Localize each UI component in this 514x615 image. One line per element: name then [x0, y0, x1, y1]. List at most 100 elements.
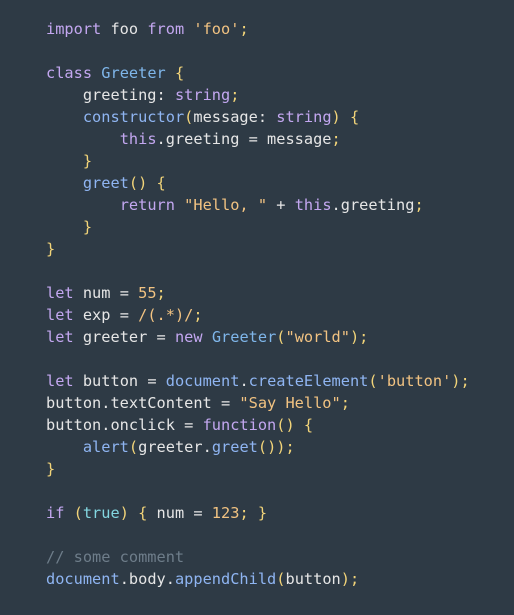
code-token-punctuation: ;: [331, 130, 341, 148]
code-line: let button = document.createElement('but…: [46, 370, 514, 392]
code-token-keyword: import: [46, 20, 102, 38]
code-token-function: constructor: [82, 108, 185, 126]
code-block[interactable]: import foo from 'foo'; class Greeter { gr…: [46, 18, 514, 590]
code-token-plain: button.textContent =: [46, 394, 240, 412]
code-token-keyword: class: [46, 64, 93, 82]
code-token-punctuation: (: [64, 504, 83, 522]
code-token-plain: .greeting: [331, 196, 415, 214]
code-token-punctuation: }: [46, 240, 56, 258]
code-token-function: greet: [82, 174, 129, 192]
code-line: }: [46, 216, 514, 238]
code-token-keyword: function: [202, 416, 277, 434]
code-token-punctuation: ;: [156, 284, 166, 302]
code-line: // some comment: [46, 546, 514, 568]
code-token-comment: // some comment: [46, 548, 185, 566]
code-token-keyword: this: [119, 130, 157, 148]
code-line: this.greeting = message;: [46, 128, 514, 150]
code-token-string: "Say Hello": [239, 394, 341, 412]
code-line: button.textContent = "Say Hello";: [46, 392, 514, 414]
code-token-punctuation: );: [451, 372, 470, 390]
code-token-plain: .greeting = message: [156, 130, 332, 148]
code-token-plain: button.onclick =: [46, 416, 203, 434]
code-token-keyword: return: [119, 196, 175, 214]
code-token-string: /(.*)/: [138, 306, 194, 324]
code-line: import foo from 'foo';: [46, 18, 514, 40]
code-token-plain: num =: [73, 284, 139, 302]
code-token-punctuation: ;: [239, 20, 249, 38]
code-token-keyword: string: [276, 108, 332, 126]
code-token-punctuation: ());: [257, 438, 295, 456]
code-token-punctuation: (: [184, 108, 194, 126]
code-token-punctuation: () {: [128, 174, 166, 192]
code-line: button.onclick = function() {: [46, 414, 514, 436]
code-token-punctuation: {: [165, 64, 185, 82]
code-token-punctuation: ) {: [331, 108, 360, 126]
code-token-plain: greeter.: [138, 438, 212, 456]
code-token-function: createElement: [248, 372, 369, 390]
code-token-function: greet: [211, 438, 258, 456]
code-line: class Greeter {: [46, 62, 514, 84]
code-token-number: 123: [211, 504, 240, 522]
code-token-keyword: let: [46, 328, 74, 346]
code-token-boolean: true: [82, 504, 120, 522]
code-token-plain: foo: [101, 20, 148, 38]
code-token-punctuation: }: [46, 460, 56, 478]
code-token-function: alert: [82, 438, 129, 456]
code-line: let exp = /(.*)/;: [46, 304, 514, 326]
code-token-keyword: let: [46, 372, 74, 390]
code-token-string: "world": [285, 328, 350, 346]
code-token-plain: exp =: [73, 306, 139, 324]
code-line: let num = 55;: [46, 282, 514, 304]
code-token-punctuation: (: [128, 438, 139, 456]
code-token-punctuation: () {: [276, 416, 314, 434]
code-token-keyword: if: [46, 504, 65, 522]
code-token-punctuation: (: [276, 328, 286, 346]
code-token-string: 'button': [377, 372, 452, 390]
code-token-keyword: string: [174, 86, 231, 104]
code-line: document.body.appendChild(button);: [46, 568, 514, 590]
code-token-punctuation: ; }: [239, 504, 268, 522]
code-token-keyword: this: [294, 196, 332, 214]
code-line: greeting: string;: [46, 84, 514, 106]
code-token-plain: button =: [73, 372, 166, 390]
code-line: }: [46, 150, 514, 172]
code-line: return "Hello, " + this.greeting;: [46, 194, 514, 216]
code-token-punctuation: );: [340, 570, 360, 588]
code-token-class-name: Greeter: [211, 328, 277, 346]
code-token-function: appendChild: [174, 570, 277, 588]
code-token-string: "Hello, ": [184, 196, 268, 214]
code-line: }: [46, 458, 514, 480]
code-line: alert(greeter.greet());: [46, 436, 514, 458]
code-token-punctuation: }: [46, 152, 93, 170]
code-token-punctuation: ;: [340, 394, 350, 412]
code-token-plain: message:: [193, 108, 277, 126]
code-token-string: 'foo': [193, 20, 240, 38]
code-token-plain: greeting:: [46, 86, 175, 104]
code-token-punctuation: ;: [193, 306, 203, 324]
code-line: }: [46, 238, 514, 260]
code-token-keyword: let: [46, 306, 74, 324]
code-token-number: 55: [138, 284, 157, 302]
code-editor[interactable]: import foo from 'foo'; class Greeter { gr…: [0, 0, 514, 615]
code-token-plain: .body.: [119, 570, 175, 588]
code-token-punctuation: }: [46, 218, 93, 236]
code-token-function: document: [46, 570, 120, 588]
code-line: if (true) { num = 123; }: [46, 502, 514, 524]
code-token-punctuation: ) {: [119, 504, 157, 522]
code-token-plain: num =: [156, 504, 212, 522]
code-token-class-name: Greeter: [101, 64, 166, 82]
code-token-function: document: [165, 372, 240, 390]
code-token-keyword: new: [174, 328, 203, 346]
